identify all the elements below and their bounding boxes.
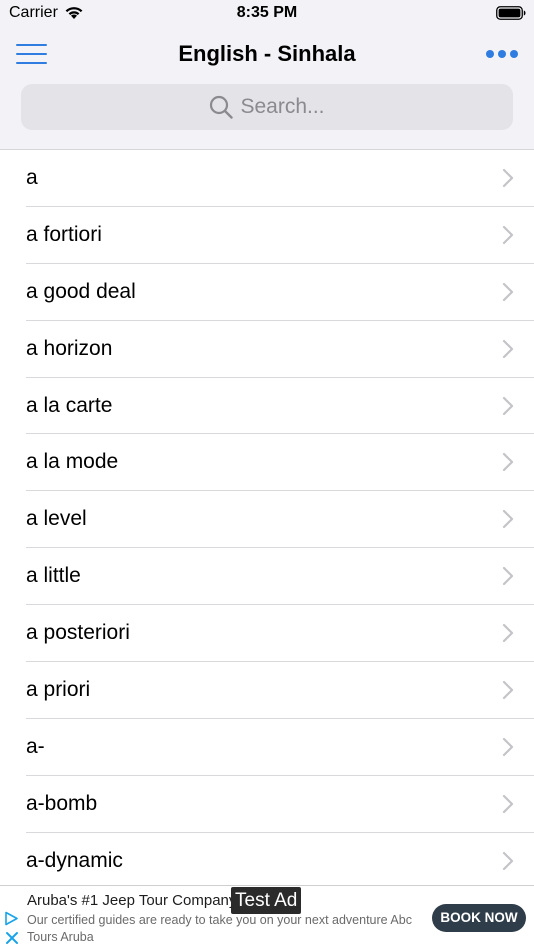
word-label: a posteriori bbox=[26, 621, 130, 645]
hamburger-menu-icon[interactable] bbox=[16, 44, 48, 66]
chevron-right-icon bbox=[502, 567, 514, 586]
chevron-right-icon bbox=[502, 624, 514, 643]
list-item[interactable]: a-bomb bbox=[0, 776, 534, 833]
search-icon bbox=[210, 95, 234, 119]
list-item[interactable]: a horizon bbox=[0, 321, 534, 378]
battery-icon bbox=[496, 6, 526, 20]
chevron-right-icon bbox=[502, 680, 514, 700]
list-item[interactable]: a posteriori bbox=[0, 605, 534, 662]
navigation-bar: English - Sinhala Search... bbox=[0, 28, 534, 150]
more-options-icon[interactable] bbox=[486, 48, 518, 60]
status-bar: Carrier 8:35 PM bbox=[0, 0, 534, 28]
chevron-right-icon bbox=[502, 794, 514, 813]
list-item[interactable]: a- bbox=[0, 719, 534, 776]
word-label: a good deal bbox=[26, 279, 136, 303]
ad-title[interactable]: Aruba's #1 Jeep Tour Company bbox=[27, 892, 232, 909]
word-label: a priori bbox=[26, 678, 91, 702]
list-item[interactable]: a good deal bbox=[0, 264, 534, 321]
list-item[interactable]: a priori bbox=[0, 662, 534, 719]
chevron-right-icon bbox=[502, 737, 514, 757]
search-placeholder: Search... bbox=[240, 95, 325, 118]
word-label: a bbox=[26, 166, 38, 189]
word-label: a level bbox=[26, 507, 87, 531]
word-label: a horizon bbox=[26, 336, 113, 360]
word-list: a a fortiori a good deal a horizon a la … bbox=[0, 150, 534, 885]
chevron-right-icon bbox=[502, 453, 514, 472]
ad-description[interactable]: Our certified guides are ready to take y… bbox=[27, 912, 425, 946]
status-time: 8:35 PM bbox=[236, 4, 298, 21]
ad-choices-icon[interactable] bbox=[4, 911, 19, 926]
word-label: a-dynamic bbox=[26, 848, 123, 872]
chevron-right-icon bbox=[502, 510, 514, 529]
word-label: a la carte bbox=[26, 393, 113, 417]
word-label: a little bbox=[26, 564, 81, 588]
list-item[interactable]: a la mode bbox=[0, 434, 534, 492]
chevron-right-icon bbox=[502, 225, 514, 244]
test-ad-badge: Test Ad bbox=[231, 887, 302, 914]
word-label: a la mode bbox=[26, 450, 119, 474]
list-item[interactable]: a-dynamic bbox=[0, 833, 534, 885]
chevron-right-icon bbox=[502, 282, 514, 301]
search-input[interactable]: Search... bbox=[21, 84, 513, 130]
list-item[interactable]: a little bbox=[0, 548, 534, 606]
book-now-button[interactable]: BOOK NOW bbox=[432, 904, 526, 932]
list-item[interactable]: a la carte bbox=[0, 378, 534, 435]
list-item[interactable]: a level bbox=[0, 491, 534, 549]
list-item[interactable]: a bbox=[0, 150, 534, 207]
word-label: a fortiori bbox=[26, 222, 102, 246]
word-label: a- bbox=[26, 734, 45, 758]
page-title: English - Sinhala bbox=[178, 41, 356, 66]
chevron-right-icon bbox=[502, 339, 514, 358]
chevron-right-icon bbox=[502, 851, 514, 870]
ad-banner[interactable]: Aruba's #1 Jeep Tour Company Test Ad Our… bbox=[0, 885, 534, 950]
chevron-right-icon bbox=[502, 168, 514, 188]
chevron-right-icon bbox=[502, 396, 514, 415]
list-item[interactable]: a fortiori bbox=[0, 207, 534, 264]
word-label: a-bomb bbox=[26, 791, 98, 815]
ad-close-icon[interactable] bbox=[5, 931, 19, 945]
